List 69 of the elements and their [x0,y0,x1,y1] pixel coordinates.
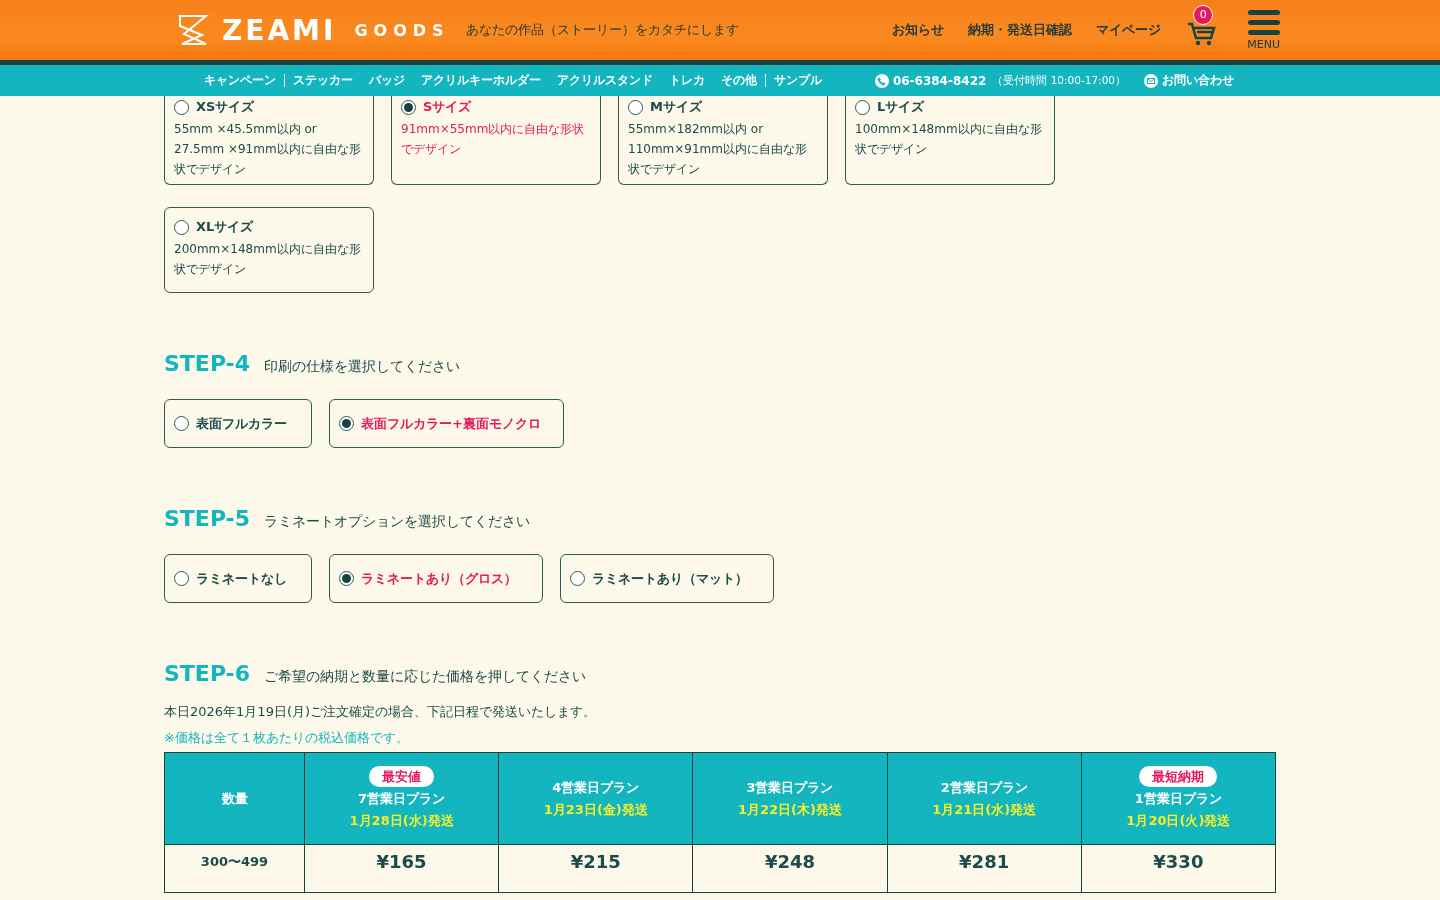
radio-button[interactable] [174,571,189,586]
step-number: STEP-5 [164,506,251,531]
column-header: 数量 [164,752,305,845]
tagline: あなたの作品（ストーリー）をカタチにします [465,21,739,39]
nav-link[interactable]: キャンペーン [196,72,284,89]
radio-button[interactable] [174,416,189,431]
step-instruction: ご希望の納期と数量に応じた価格を押してください [264,668,587,686]
option-card[interactable]: ラミネートあり（グロス） [329,554,543,603]
plan-header: 3営業日プラン 1月22日(木)発送 [692,752,888,845]
option-description: 200mm×148mm以内に自由な形状でデザイン [174,241,362,278]
option-card[interactable]: 表面フルカラー [164,399,312,448]
header-link[interactable]: お知らせ [892,21,945,39]
option-card[interactable]: ラミネートあり（マット） [560,554,774,603]
radio-button[interactable] [174,99,189,115]
radio-button[interactable] [401,99,416,115]
step-instruction: 印刷の仕様を選択してください [264,358,461,376]
mail-icon [1144,73,1158,88]
option-card[interactable]: Lサイズ 100mm×148mm以内に自由な形状でデザイン [845,96,1055,185]
plan-header: 最安値 7営業日プラン 1月28日(水)発送 [304,752,499,845]
business-hours: （受付時間 10:00-17:00） [992,73,1126,88]
price-cell[interactable]: ¥215 [498,844,693,893]
price-note: ※価格は全て１枚あたりの税込価格です。 [164,729,410,747]
phone-icon [874,73,889,88]
nav-link[interactable]: トレカ [661,72,713,89]
radio-button[interactable] [628,99,643,115]
nav-link[interactable]: アクリルキーホルダー [413,72,549,89]
radio-button[interactable] [174,219,189,235]
option-card[interactable]: Mサイズ 55mm×182mm以内 or 110mm×91mm以内に自由な形状でデザイン [618,96,828,185]
phone-number: 06-6384-8422 [892,73,987,88]
radio-button[interactable] [855,99,870,115]
plan-header: 4営業日プラン 1月23日(金)発送 [498,752,693,845]
option-description: 91mm×55mm以内に自由な形状でデザイン [401,121,586,158]
step-number: STEP-6 [164,661,251,686]
cart-count-badge: 0 [1193,5,1214,25]
menu-button[interactable]: MENU [1247,9,1280,51]
header-link[interactable]: マイページ [1096,21,1162,39]
radio-button[interactable] [570,571,585,586]
logo-subtitle: GOODS [354,20,450,40]
shipping-notice: 本日2026年1月19日(月)ご注文確定の場合、下記日程で発送いたします。 [164,703,598,721]
header-link[interactable]: 納期・発送日確認 [968,21,1073,39]
nav-link[interactable]: ステッカー [285,72,361,89]
option-card[interactable]: Sサイズ 91mm×55mm以内に自由な形状でデザイン [391,96,601,185]
option-card[interactable]: XSサイズ 55mm ×45.5mm以内 or 27.5mm ×91mm以内に自由な形状でデザイン [164,96,374,185]
radio-button[interactable] [339,571,354,586]
plan-header: 2営業日プラン 1月21日(水)発送 [887,752,1082,845]
option-card[interactable]: ラミネートなし [164,554,312,603]
price-cell[interactable]: ¥281 [887,844,1082,893]
step-number: STEP-4 [164,351,251,376]
step-instruction: ラミネートオプションを選択してください [264,513,531,531]
plan-header: 最短納期 1営業日プラン 1月20日(火)発送 [1081,752,1276,845]
contact-link[interactable]: お問い合わせ [1136,72,1242,89]
plan-badge: 最安値 [369,765,435,787]
option-description: 100mm×148mm以内に自由な形状でデザイン [855,121,1043,158]
radio-button[interactable] [339,416,354,431]
price-cell[interactable]: ¥248 [692,844,888,893]
nav-link[interactable]: バッジ [361,72,413,89]
option-card[interactable]: XLサイズ 200mm×148mm以内に自由な形状でデザイン [164,207,374,293]
option-card[interactable]: 表面フルカラー+裏面モノクロ [329,399,564,448]
nav-link[interactable]: サンプル [766,72,830,89]
menu-icon [1247,9,1280,36]
logo-text: ZEAMI [222,13,337,47]
nav-link[interactable]: その他 [713,72,765,89]
plan-badge: 最短納期 [1139,765,1218,787]
quantity-cell: 300〜499 [164,844,305,893]
option-description: 55mm×182mm以内 or 110mm×91mm以内に自由な形状でデザイン [628,121,808,178]
price-cell[interactable]: ¥165 [304,844,499,893]
option-description: 55mm ×45.5mm以内 or 27.5mm ×91mm以内に自由な形状でデザイン [174,121,362,178]
price-cell[interactable]: ¥330 [1081,844,1276,893]
nav-link[interactable]: アクリルスタンド [549,72,661,89]
